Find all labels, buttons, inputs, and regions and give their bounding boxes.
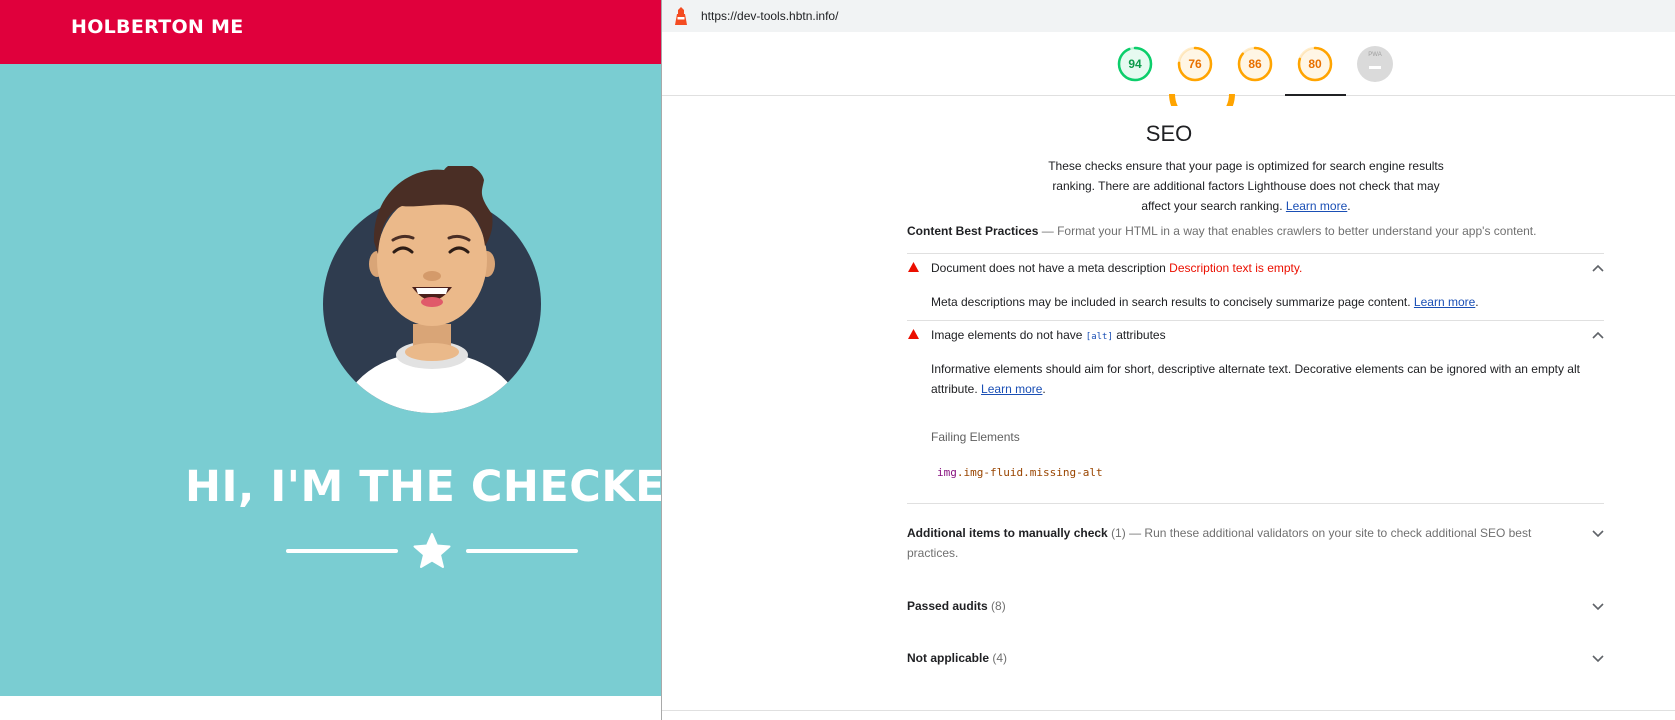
site-navbar: HOLBERTON ME — [0, 0, 661, 64]
divider-line-right — [466, 549, 578, 553]
seo-score-gauge-arc — [1169, 93, 1235, 106]
hero-section: HI, I'M THE CHECKER — [0, 64, 661, 696]
report-url[interactable]: https://dev-tools.hbtn.info/ — [701, 9, 838, 23]
divider — [907, 320, 1604, 321]
audit-image-alt-title[interactable]: Image elements do not have [alt] attribu… — [931, 328, 1166, 342]
active-gauge-indicator — [1285, 94, 1346, 96]
gauge-label: PWA — [1368, 52, 1382, 58]
seo-category-description: These checks ensure that your page is op… — [1044, 156, 1448, 216]
chevron-up-icon[interactable] — [1592, 264, 1604, 272]
not-applicable-title: Not applicable — [907, 651, 990, 665]
divider — [907, 503, 1604, 504]
passed-audits-count: (8) — [991, 599, 1006, 613]
chevron-down-icon[interactable] — [1592, 603, 1604, 611]
group-description: Format your HTML in a way that enables c… — [1057, 224, 1537, 238]
failing-elements-label: Failing Elements — [931, 430, 1020, 444]
manual-checks-separator: — — [1129, 526, 1142, 540]
gauge-best-practices[interactable]: 86 — [1237, 46, 1273, 82]
failing-element-node[interactable]: img.img-fluid.missing-alt — [937, 466, 1103, 479]
audit-title-code: [alt] — [1085, 332, 1113, 342]
manual-checks-title: Additional items to manually check — [907, 526, 1108, 540]
not-applicable-count: (4) — [992, 651, 1008, 665]
divider — [907, 253, 1604, 254]
seo-period: . — [1347, 199, 1351, 213]
audit-title-text: Document does not have a meta descriptio… — [931, 261, 1166, 275]
group-separator: — — [1041, 224, 1054, 238]
hero-title: HI, I'M THE CHECKER — [185, 462, 661, 512]
fail-triangle-icon — [908, 329, 919, 339]
audit-title-before: Image elements do not have — [931, 328, 1083, 342]
content-best-practices-header: Content Best Practices — Format your HTM… — [907, 224, 1536, 238]
audit-meta-description-body: Meta descriptions may be included in sea… — [931, 292, 1591, 312]
audit2-period: . — [1042, 382, 1046, 396]
audit1-learn-more-link[interactable]: Learn more — [1414, 295, 1475, 309]
report-url-bar: https://dev-tools.hbtn.info/ — [662, 0, 1675, 32]
gauge-dash — [1369, 66, 1381, 69]
gauge-score: 86 — [1248, 57, 1262, 71]
node-tag: img — [937, 466, 957, 479]
passed-audits-title: Passed audits — [907, 599, 988, 613]
seo-category-title: SEO — [1145, 121, 1193, 146]
node-classes: .img-fluid.missing-alt — [956, 466, 1103, 479]
lighthouse-panel: https://dev-tools.hbtn.info/ 94 76 86 80… — [661, 0, 1675, 720]
seo-learn-more-link[interactable]: Learn more — [1286, 199, 1347, 213]
gauge-score: 94 — [1128, 57, 1142, 71]
not-applicable-section[interactable]: Not applicable (4) — [907, 648, 1007, 668]
audit1-period: . — [1475, 295, 1479, 309]
website-page: HOLBERTON ME HI, I'M THE CHECKER — [0, 0, 661, 720]
group-title: Content Best Practices — [907, 224, 1039, 238]
chevron-up-icon[interactable] — [1592, 331, 1604, 339]
chevron-down-icon[interactable] — [1592, 655, 1604, 663]
lighthouse-icon — [675, 7, 687, 25]
audit-body-text: Meta descriptions may be included in sea… — [931, 295, 1411, 309]
manual-checks-count: (1) — [1111, 526, 1126, 540]
divider — [662, 710, 1675, 711]
audit-image-alt-body: Informative elements should aim for shor… — [931, 359, 1601, 399]
audit-meta-description-title[interactable]: Document does not have a meta descriptio… — [931, 261, 1302, 275]
passed-audits-section[interactable]: Passed audits (8) — [907, 596, 1006, 616]
fail-triangle-icon — [908, 262, 919, 272]
avatar-image — [323, 166, 541, 413]
audit2-learn-more-link[interactable]: Learn more — [981, 382, 1042, 396]
manual-checks-section[interactable]: Additional items to manually check (1) —… — [907, 523, 1547, 563]
brand-logo[interactable]: HOLBERTON ME — [71, 16, 244, 38]
seo-description-text: These checks ensure that your page is op… — [1048, 159, 1444, 213]
audit-title-after: attributes — [1116, 328, 1166, 342]
gauge-score: 80 — [1308, 57, 1322, 71]
gauge-performance[interactable]: 94 — [1117, 46, 1153, 82]
chevron-down-icon[interactable] — [1592, 530, 1604, 538]
gauge-seo[interactable]: 80 — [1297, 46, 1333, 82]
star-icon — [413, 533, 451, 568]
divider-line-left — [286, 549, 398, 553]
audit-error-text: Description text is empty. — [1169, 261, 1303, 275]
gauge-pwa[interactable]: PWA — [1357, 46, 1393, 82]
